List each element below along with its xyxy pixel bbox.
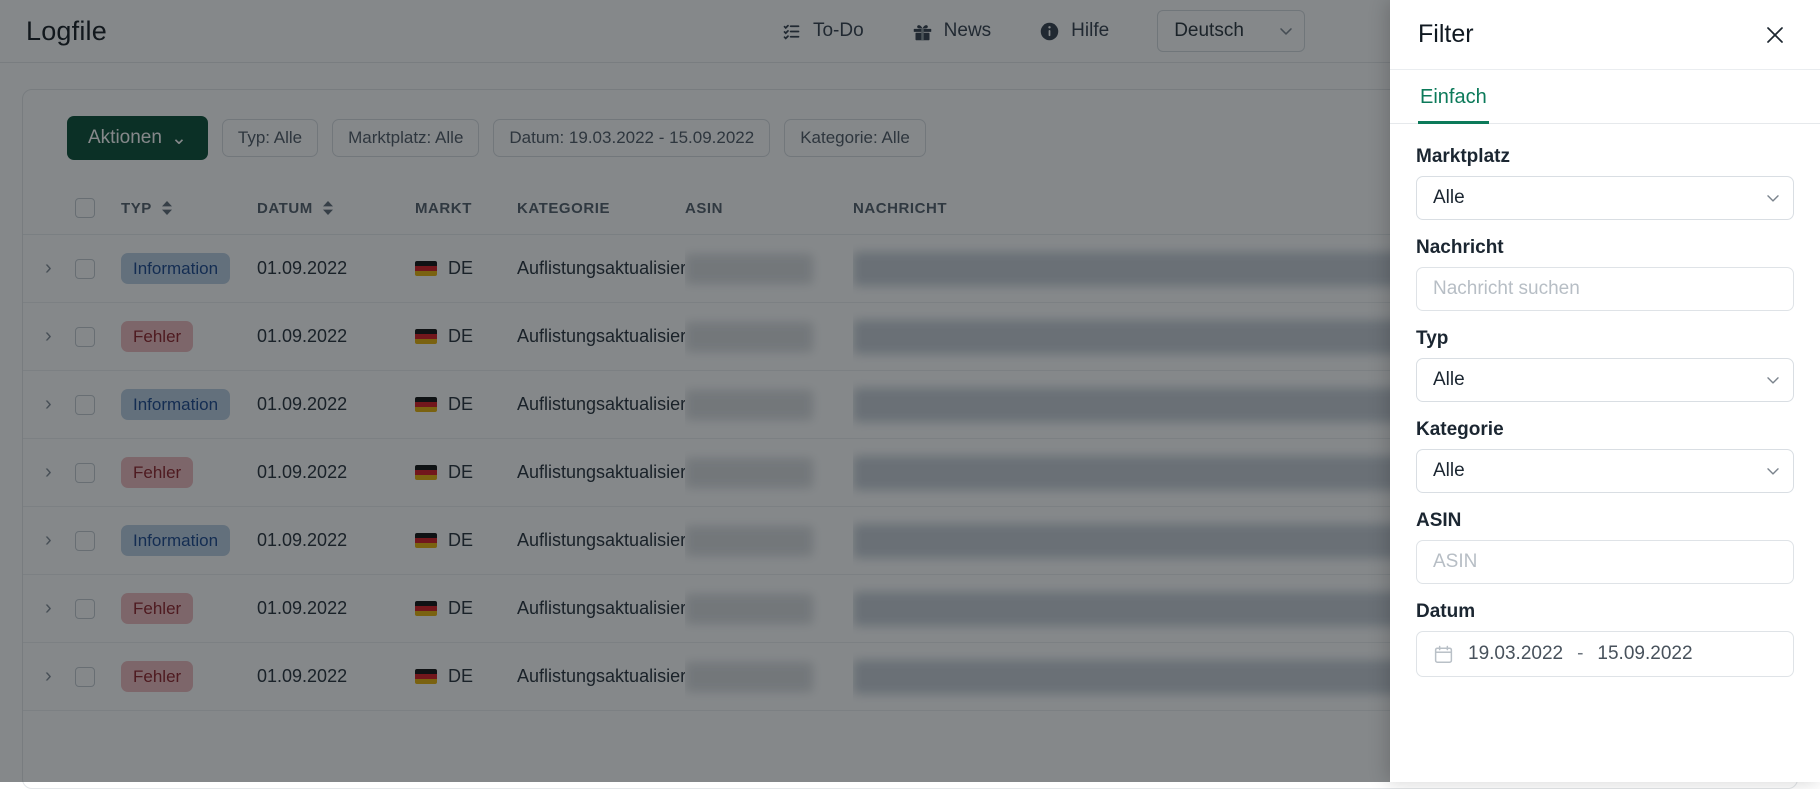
close-icon[interactable] (1758, 18, 1792, 52)
typ-select-value: Alle (1433, 369, 1465, 391)
field-kategorie: Kategorie Alle (1416, 419, 1794, 493)
field-typ: Typ Alle (1416, 328, 1794, 402)
filter-drawer-header: Filter (1390, 0, 1820, 70)
filter-drawer-body: Marktplatz Alle Nachricht Typ Alle Kateg (1390, 124, 1820, 782)
date-range-end: 15.09.2022 (1597, 643, 1692, 665)
field-nachricht-label: Nachricht (1416, 237, 1794, 259)
typ-select[interactable]: Alle (1416, 358, 1794, 402)
filter-tabs: Einfach (1390, 70, 1820, 124)
kategorie-select-value: Alle (1433, 460, 1465, 482)
marktplatz-select-value: Alle (1433, 187, 1465, 209)
field-asin-label: ASIN (1416, 510, 1794, 532)
marktplatz-select[interactable]: Alle (1416, 176, 1794, 220)
nachricht-input[interactable] (1416, 267, 1794, 311)
chevron-down-icon (1763, 370, 1783, 390)
tab-einfach[interactable]: Einfach (1418, 70, 1489, 124)
date-range-start: 19.03.2022 (1468, 643, 1563, 665)
kategorie-select[interactable]: Alle (1416, 449, 1794, 493)
date-range-picker[interactable]: 19.03.2022 - 15.09.2022 (1416, 631, 1794, 677)
field-nachricht: Nachricht (1416, 237, 1794, 311)
field-marktplatz-label: Marktplatz (1416, 146, 1794, 168)
asin-input[interactable] (1416, 540, 1794, 584)
chevron-down-icon (1763, 461, 1783, 481)
field-marktplatz: Marktplatz Alle (1416, 146, 1794, 220)
field-datum: Datum 19.03.2022 - 15.09.2022 (1416, 601, 1794, 677)
field-kategorie-label: Kategorie (1416, 419, 1794, 441)
field-typ-label: Typ (1416, 328, 1794, 350)
date-range-separator: - (1577, 643, 1583, 665)
chevron-down-icon (1763, 188, 1783, 208)
calendar-icon (1433, 644, 1454, 665)
filter-drawer: Filter Einfach Marktplatz Alle Nachricht… (1390, 0, 1820, 782)
filter-drawer-title: Filter (1418, 20, 1474, 49)
field-datum-label: Datum (1416, 601, 1794, 623)
field-asin: ASIN (1416, 510, 1794, 584)
